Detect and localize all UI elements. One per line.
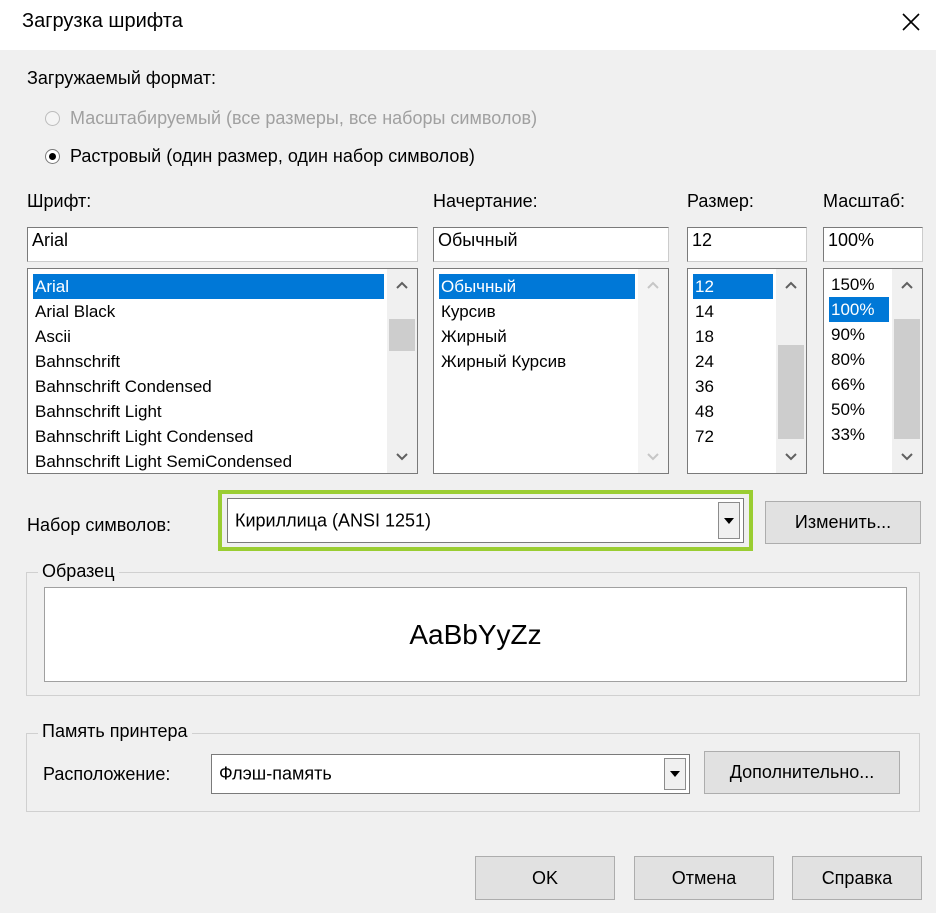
dropdown-arrow-icon[interactable] <box>718 502 740 539</box>
scale-input[interactable]: 100% <box>823 227 923 262</box>
radio-bitmap[interactable]: Растровый (один размер, один набор симво… <box>45 146 475 167</box>
list-item[interactable]: 100% <box>829 297 889 322</box>
more-button[interactable]: Дополнительно... <box>704 751 900 794</box>
list-item[interactable]: 72 <box>693 424 714 449</box>
list-item[interactable]: Bahnschrift Condensed <box>33 374 212 399</box>
format-label: Загружаемый формат: <box>27 68 216 88</box>
list-item[interactable]: 24 <box>693 349 714 374</box>
list-item[interactable]: 12 <box>693 274 773 299</box>
list-item[interactable]: Жирный Курсив <box>439 349 566 374</box>
list-item[interactable]: 50% <box>829 397 865 422</box>
font-list[interactable]: Arial Arial Black Ascii Bahnschrift Bahn… <box>27 268 418 474</box>
arrow-down-icon <box>638 444 668 470</box>
close-button[interactable] <box>888 2 934 42</box>
location-label: Расположение: <box>43 764 171 784</box>
list-item[interactable]: 36 <box>693 374 714 399</box>
list-item[interactable]: 80% <box>829 347 865 372</box>
style-input[interactable]: Обычный <box>433 227 669 262</box>
list-item[interactable]: Курсив <box>439 299 496 324</box>
arrow-up-icon[interactable] <box>892 272 922 298</box>
list-item[interactable]: Жирный <box>439 324 507 349</box>
scale-list-scrollbar[interactable] <box>892 269 922 473</box>
list-item[interactable]: 33% <box>829 422 865 447</box>
charset-select-value: Кириллица (ANSI 1251) <box>235 510 432 530</box>
radio-icon <box>45 149 60 164</box>
sample-preview: AaBbYyZz <box>44 587 907 682</box>
printer-memory-title: Память принтера <box>38 721 192 742</box>
list-item[interactable]: 90% <box>829 322 865 347</box>
window-title: Загрузка шрифта <box>22 10 183 32</box>
size-list-scrollbar[interactable] <box>776 269 806 473</box>
charset-select[interactable]: Кириллица (ANSI 1251) <box>227 498 744 543</box>
scale-list[interactable]: 150% 100% 90% 80% 66% 50% 33% <box>823 268 923 474</box>
list-item[interactable]: 48 <box>693 399 714 424</box>
arrow-up-icon[interactable] <box>387 272 417 298</box>
ok-button[interactable]: OK <box>475 856 615 900</box>
list-item[interactable]: Bahnschrift <box>33 349 120 374</box>
help-button[interactable]: Справка <box>792 856 922 900</box>
radio-icon <box>45 111 60 126</box>
location-select[interactable]: Флэш-память <box>211 754 690 794</box>
style-label: Начертание: <box>433 191 538 211</box>
cancel-button[interactable]: Отмена <box>634 856 774 900</box>
list-item[interactable]: Ascii <box>33 324 71 349</box>
list-item[interactable]: 66% <box>829 372 865 397</box>
list-item[interactable]: 14 <box>693 299 714 324</box>
sample-group-title: Образец <box>38 561 119 582</box>
change-button[interactable]: Изменить... <box>765 501 921 544</box>
radio-scalable-label: Масштабируемый (все размеры, все наборы … <box>70 108 538 128</box>
size-input[interactable]: 12 <box>687 227 807 262</box>
list-item[interactable]: Bahnschrift Light <box>33 399 162 424</box>
arrow-down-icon[interactable] <box>776 444 806 470</box>
size-list[interactable]: 12 14 18 24 36 48 72 <box>687 268 807 474</box>
sample-text: AaBbYyZz <box>409 618 542 650</box>
list-item[interactable]: Arial Black <box>33 299 115 324</box>
charset-label: Набор символов: <box>27 515 172 535</box>
radio-bitmap-label: Растровый (один размер, один набор симво… <box>70 146 475 166</box>
close-icon <box>902 13 920 31</box>
dropdown-arrow-icon[interactable] <box>664 758 686 790</box>
style-list[interactable]: Обычный Курсив Жирный Жирный Курсив <box>433 268 669 474</box>
font-input[interactable]: Arial <box>27 227 418 262</box>
radio-scalable[interactable]: Масштабируемый (все размеры, все наборы … <box>45 108 537 129</box>
scroll-thumb[interactable] <box>894 319 920 439</box>
arrow-down-icon[interactable] <box>892 444 922 470</box>
arrow-down-icon[interactable] <box>387 444 417 470</box>
scale-label: Масштаб: <box>823 191 906 211</box>
font-label: Шрифт: <box>27 191 92 211</box>
arrow-up-icon[interactable] <box>776 272 806 298</box>
font-list-scrollbar[interactable] <box>387 269 417 473</box>
list-item[interactable]: Обычный <box>439 274 635 299</box>
scroll-thumb[interactable] <box>778 345 804 439</box>
list-item[interactable]: Bahnschrift Light SemiCondensed <box>33 449 292 473</box>
size-label: Размер: <box>687 191 754 211</box>
list-item[interactable]: 18 <box>693 324 714 349</box>
arrow-up-icon <box>638 272 668 298</box>
style-list-scrollbar <box>638 269 668 473</box>
list-item[interactable]: 150% <box>829 272 874 297</box>
list-item[interactable]: Arial <box>33 274 384 299</box>
location-select-value: Флэш-память <box>219 763 332 784</box>
scroll-thumb[interactable] <box>389 319 415 351</box>
list-item[interactable]: Bahnschrift Light Condensed <box>33 424 253 449</box>
